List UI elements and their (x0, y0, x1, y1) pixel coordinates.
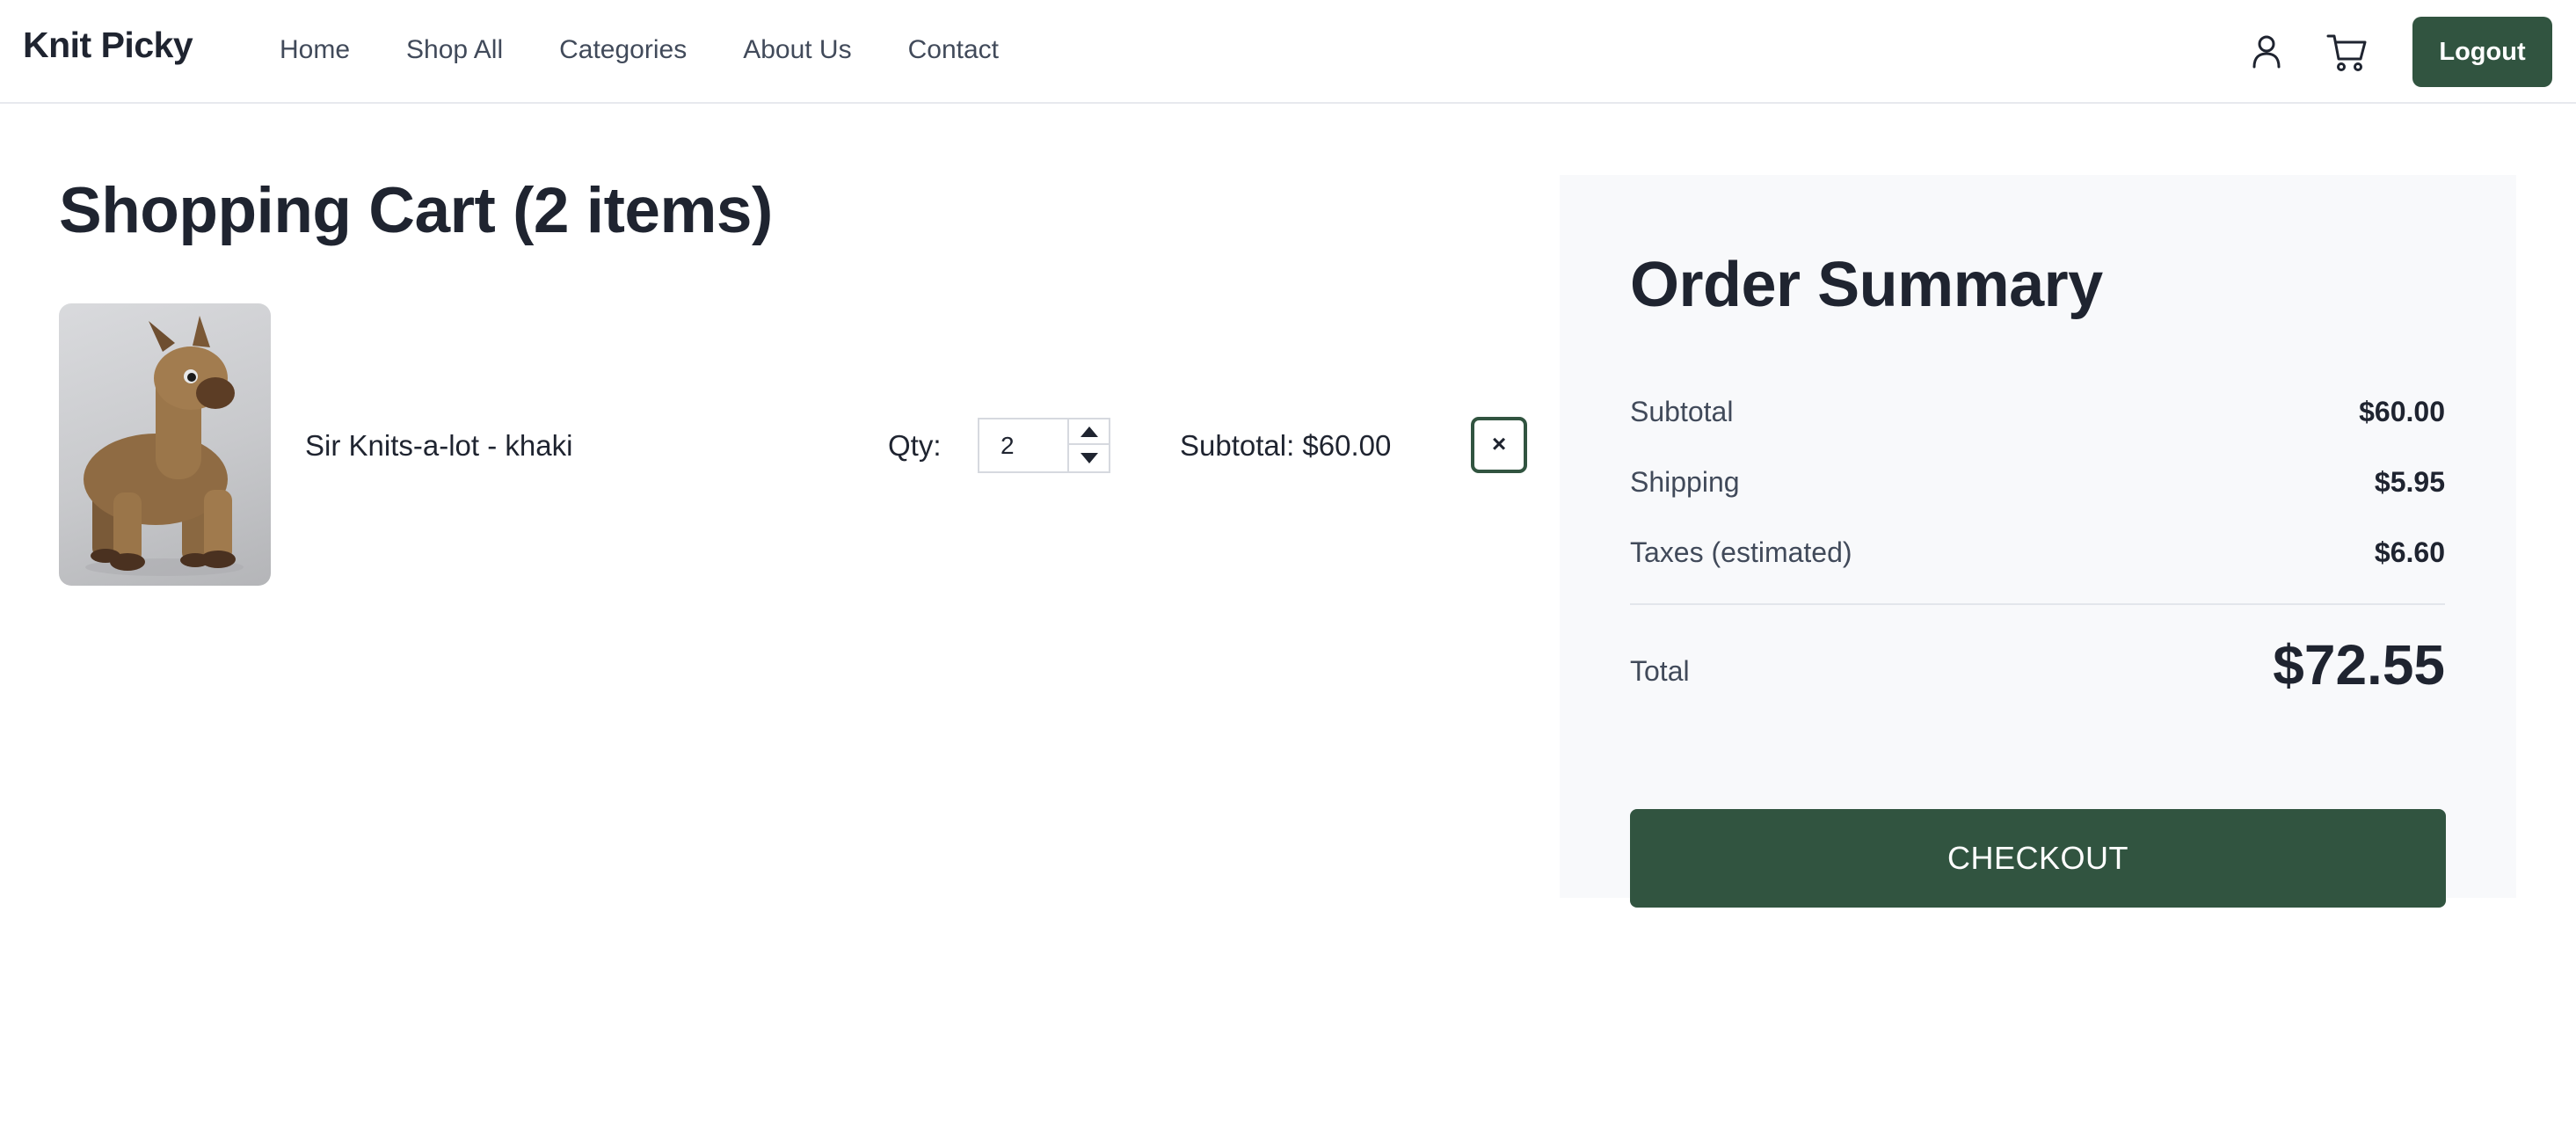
site-header: Knit Picky Home Shop All Categories Abou… (0, 0, 2576, 104)
product-name[interactable]: Sir Knits-a-lot - khaki (305, 429, 572, 463)
summary-subtotal-row: Subtotal $60.00 (1630, 396, 2445, 434)
cart-icon[interactable] (2325, 30, 2369, 74)
summary-total-value: $72.55 (2273, 633, 2445, 696)
nav-about-us[interactable]: About Us (743, 35, 851, 65)
caret-up-icon (1081, 427, 1098, 437)
product-image[interactable] (59, 303, 271, 586)
quantity-spin-buttons (1067, 419, 1109, 471)
summary-total-row: Total $72.55 (1630, 632, 2445, 703)
user-icon[interactable] (2245, 30, 2289, 74)
caret-down-icon (1081, 453, 1098, 463)
remove-item-button[interactable]: × (1471, 417, 1527, 473)
summary-taxes-label: Taxes (estimated) (1630, 536, 1852, 568)
increment-button[interactable] (1069, 419, 1109, 445)
summary-taxes-row: Taxes (estimated) $6.60 (1630, 536, 2445, 575)
brand-logo[interactable]: Knit Picky (23, 25, 193, 66)
quantity-input[interactable] (979, 419, 1067, 471)
page-title: Shopping Cart (2 items) (59, 175, 773, 246)
summary-shipping-label: Shipping (1630, 466, 1740, 498)
quantity-label: Qty: (888, 429, 942, 462)
order-summary-panel: Order Summary Subtotal $60.00 Shipping $… (1560, 175, 2516, 898)
checkout-button[interactable]: CHECKOUT (1630, 809, 2446, 908)
logout-button[interactable]: Logout (2412, 17, 2552, 87)
close-icon: × (1491, 430, 1507, 457)
summary-shipping-value: $5.95 (2374, 466, 2445, 498)
summary-total-label: Total (1630, 655, 1690, 687)
nav-shop-all[interactable]: Shop All (406, 35, 503, 65)
summary-shipping-row: Shipping $5.95 (1630, 466, 2445, 505)
summary-subtotal-label: Subtotal (1630, 396, 1734, 427)
summary-divider (1630, 603, 2445, 605)
summary-taxes-value: $6.60 (2374, 536, 2445, 568)
main-nav: Home Shop All Categories About Us Contac… (280, 35, 999, 65)
summary-subtotal-value: $60.00 (2359, 396, 2445, 427)
item-subtotal: Subtotal: $60.00 (1180, 429, 1392, 462)
quantity-stepper (978, 418, 1110, 473)
decrement-button[interactable] (1069, 446, 1109, 471)
nav-categories[interactable]: Categories (559, 35, 687, 65)
nav-home[interactable]: Home (280, 35, 350, 65)
nav-contact[interactable]: Contact (908, 35, 999, 65)
order-summary-title: Order Summary (1630, 250, 2103, 320)
